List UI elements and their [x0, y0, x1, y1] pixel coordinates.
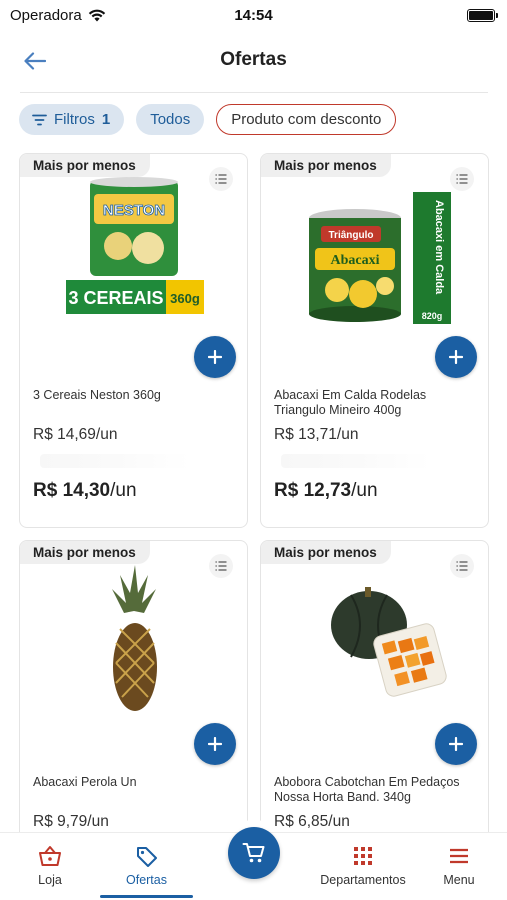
cereal-label-text: 3 CEREAIS	[68, 288, 163, 308]
promo-badge: Mais por menos	[20, 154, 150, 177]
product-image-cereal-can: NESTON 3 CEREAIS 360g	[66, 177, 204, 314]
page-title: Ofertas	[220, 49, 287, 70]
arrow-left-icon	[24, 52, 46, 70]
add-to-cart-button[interactable]	[194, 723, 236, 765]
plus-icon	[449, 350, 463, 364]
nav-label-ofertas: Ofertas	[126, 873, 167, 887]
nav-label-departamentos: Departamentos	[320, 873, 406, 887]
basket-icon	[39, 846, 61, 866]
battery-icon	[467, 8, 498, 22]
status-bar: Operadora 14:54	[0, 0, 507, 30]
plus-icon	[449, 737, 463, 751]
product-card[interactable]: Mais por menos NESTON 3 CEREAIS 360g 3 C…	[19, 153, 248, 528]
header-divider	[20, 92, 488, 93]
nav-item-menu[interactable]: Menu	[420, 833, 498, 900]
add-to-list-icon[interactable]	[209, 167, 233, 191]
add-to-cart-button[interactable]	[435, 336, 477, 378]
cereal-brand-text: NESTON	[103, 202, 165, 219]
can-label-text: Abacaxi	[331, 253, 380, 268]
promo-hint-placeholder	[40, 454, 190, 468]
promo-hint-placeholder	[281, 454, 431, 468]
cereal-size-text: 360g	[170, 291, 200, 306]
regular-price: R$ 13,71/un	[274, 426, 359, 443]
regular-price: R$ 6,85/un	[274, 813, 350, 830]
add-to-list-icon[interactable]	[450, 554, 474, 578]
final-price-unit: /un	[110, 480, 137, 501]
side-size-text: 820g	[422, 311, 443, 321]
product-name: Abacaxi Perola Un	[33, 775, 137, 789]
promo-badge: Mais por menos	[20, 541, 150, 564]
plus-icon	[208, 737, 222, 751]
product-name: Abobora Cabotchan Em Pedaços Nossa Horta…	[274, 775, 460, 804]
side-label-text: Abacaxi em Calda	[433, 200, 445, 295]
product-name: 3 Cereais Neston 360g	[33, 388, 161, 402]
filters-chip[interactable]: Filtros 1	[19, 104, 125, 135]
add-to-cart-button[interactable]	[194, 336, 236, 378]
carrier-label: Operadora	[10, 6, 82, 24]
final-price: R$ 12,73/un	[274, 480, 378, 502]
final-price-value: R$ 14,30	[33, 480, 111, 501]
nav-label-loja: Loja	[38, 873, 62, 887]
wifi-icon	[88, 9, 105, 21]
nav-item-loja[interactable]: Loja	[0, 833, 100, 900]
filters-chip-label: Filtros	[54, 111, 95, 128]
cart-button[interactable]	[228, 827, 280, 879]
add-to-list-icon[interactable]	[450, 167, 474, 191]
grid-icon	[354, 847, 372, 865]
discount-chip[interactable]: Produto com desconto	[216, 104, 397, 135]
nav-item-ofertas[interactable]: Ofertas	[100, 833, 193, 900]
all-chip[interactable]: Todos	[136, 104, 205, 135]
product-image-pineapple-can: Triângulo Abacaxi Abacaxi em Calda 820g	[309, 192, 451, 324]
filters-count: 1	[101, 111, 111, 128]
regular-price: R$ 9,79/un	[33, 813, 109, 830]
nav-label-menu: Menu	[443, 873, 475, 887]
product-image-pineapple	[112, 565, 157, 711]
add-to-cart-button[interactable]	[435, 723, 477, 765]
final-price-unit: /un	[351, 480, 378, 501]
promo-badge: Mais por menos	[261, 541, 391, 564]
product-image-pumpkin	[331, 587, 447, 697]
cart-icon	[242, 843, 265, 863]
active-tab-indicator	[100, 895, 193, 898]
add-to-list-icon[interactable]	[209, 554, 233, 578]
back-button[interactable]	[18, 46, 52, 76]
product-name: Abacaxi Em Calda Rodelas Triangulo Minei…	[274, 388, 427, 417]
tag-icon	[136, 847, 157, 867]
regular-price: R$ 14,69/un	[33, 426, 118, 443]
plus-icon	[208, 350, 222, 364]
nav-item-departamentos[interactable]: Departamentos	[312, 833, 414, 900]
filter-chips: Filtros 1 Todos Produto com desconto	[19, 104, 397, 135]
final-price-value: R$ 12,73	[274, 480, 352, 501]
final-price: R$ 14,30/un	[33, 480, 137, 502]
product-card[interactable]: Mais por menos Triângulo Abacaxi Abacaxi…	[260, 153, 489, 528]
header: Ofertas	[0, 38, 507, 82]
hamburger-icon	[450, 848, 468, 864]
can-brand-text: Triângulo	[329, 230, 374, 241]
promo-badge: Mais por menos	[261, 154, 391, 177]
status-left: Operadora	[10, 7, 106, 24]
filter-icon	[32, 114, 47, 125]
